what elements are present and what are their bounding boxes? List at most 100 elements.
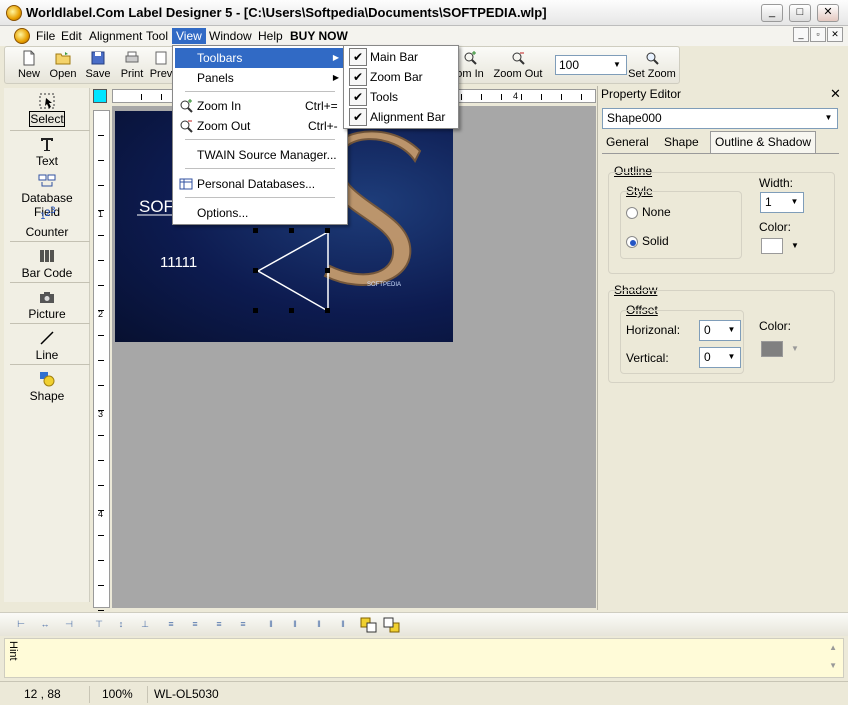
tool-shape[interactable]: Shape (7, 370, 87, 403)
vertical-offset-combo[interactable]: 0 ▼ (699, 347, 741, 368)
menu-window[interactable]: Window (205, 28, 256, 44)
chevron-down-icon: ▼ (613, 60, 621, 69)
new-button[interactable]: New (13, 49, 45, 83)
menu-item-options-label: Options... (197, 206, 249, 220)
property-editor-title: Property Editor (601, 87, 682, 101)
style-none-radio[interactable] (626, 207, 638, 219)
menu-item-options[interactable]: Options... (175, 203, 345, 223)
ruler-corner (93, 89, 107, 103)
space-horizontal-icon[interactable]: ≡ (164, 619, 178, 631)
outline-color-swatch[interactable] (761, 238, 783, 254)
align-center-icon[interactable]: ↔ (38, 619, 52, 631)
ruler-tick (98, 185, 104, 186)
submenu-item-main-bar-label: Main Bar (370, 50, 419, 64)
tool-select[interactable]: Select (7, 92, 87, 127)
ruler-tick (98, 610, 104, 611)
object-selector[interactable]: Shape000 ▼ (602, 108, 838, 129)
menu-alignment[interactable]: Alignment (85, 28, 146, 44)
submenu-item-zoom-bar[interactable]: ✔ Zoom Bar (346, 67, 456, 87)
menu-edit[interactable]: Edit (57, 28, 86, 44)
menu-item-personal-databases[interactable]: Personal Databases... (175, 174, 345, 194)
align-left-icon[interactable]: ⊢ (14, 619, 28, 631)
tool-picture[interactable]: Picture (7, 288, 87, 321)
ruler-tick (481, 94, 482, 100)
minimize-button[interactable]: _ (761, 4, 783, 22)
submenu-item-tools[interactable]: ✔ Tools (346, 87, 456, 107)
label-text-softpedia[interactable]: SOF (139, 197, 174, 217)
space-equal-icon[interactable]: ≡ (188, 619, 202, 631)
mdi-close-button[interactable]: ✕ (827, 27, 843, 42)
preview-button[interactable]: Prev (149, 49, 173, 83)
menu-item-zoom-out[interactable]: Zoom Out Ctrl+- (175, 116, 345, 136)
submenu-item-alignment-bar[interactable]: ✔ Alignment Bar (346, 107, 456, 127)
align-middle-icon[interactable]: ↕ (114, 619, 128, 631)
align-bottom-icon[interactable]: ⊥ (138, 619, 152, 631)
zoom-level-combo[interactable]: 100 ▼ (555, 55, 627, 75)
scroll-up-icon[interactable]: ▲ (829, 643, 837, 652)
tab-outline-shadow[interactable]: Outline & Shadow (710, 131, 817, 153)
save-button[interactable]: Save (83, 49, 113, 83)
menu-item-twain[interactable]: TWAIN Source Manager... (175, 145, 345, 165)
width-combo[interactable]: 1 ▼ (760, 192, 804, 213)
space-decrease-icon[interactable]: ≡ (236, 619, 250, 631)
chevron-down-icon[interactable]: ▼ (791, 241, 799, 250)
close-button[interactable]: ✕ (817, 4, 839, 22)
label-counter-text[interactable]: 11111 (160, 254, 197, 271)
submenu-item-main-bar[interactable]: ✔ Main Bar (346, 47, 456, 67)
ruler-tick (98, 335, 104, 336)
tab-shape[interactable]: Shape (660, 132, 703, 154)
horizontal-offset-combo[interactable]: 0 ▼ (699, 320, 741, 341)
menu-file[interactable]: File (32, 28, 59, 44)
space-vertical-decrease-icon[interactable]: ‖ (336, 619, 350, 631)
menu-item-panels[interactable]: Panels ▶ (175, 68, 345, 88)
ruler-tick (501, 94, 502, 100)
maximize-button[interactable]: □ (789, 4, 811, 22)
chevron-down-icon[interactable]: ▼ (791, 344, 799, 353)
set-zoom-button[interactable]: Set Zoom (627, 49, 677, 83)
menu-item-toolbars[interactable]: Toolbars ▶ (175, 48, 345, 68)
menu-view[interactable]: View (172, 28, 206, 44)
zoom-in-icon (180, 99, 193, 113)
zoom-in-shortcut: Ctrl+= (305, 99, 338, 113)
menu-item-zoom-in[interactable]: Zoom In Ctrl+= (175, 96, 345, 116)
tool-counter[interactable]: 123 Counter (7, 206, 87, 239)
tool-line-label: Line (35, 348, 59, 362)
space-vertical-icon[interactable]: ‖ (264, 619, 278, 631)
menu-help[interactable]: Help (254, 28, 287, 44)
status-bar: 12 , 88 100% WL-OL5030 (0, 681, 848, 705)
tool-bar-code[interactable]: Bar Code (7, 247, 87, 280)
menu-tool[interactable]: Tool (142, 28, 172, 44)
tab-general[interactable]: General (602, 132, 653, 154)
bring-front-icon[interactable] (360, 617, 378, 633)
check-icon: ✔ (349, 88, 367, 106)
scroll-down-icon[interactable]: ▼ (829, 661, 837, 670)
style-solid-radio[interactable] (626, 236, 638, 248)
space-increase-icon[interactable]: ≡ (212, 619, 226, 631)
toolbars-submenu: ✔ Main Bar ✔ Zoom Bar ✔ Tools ✔ Alignmen… (343, 45, 459, 129)
preview-icon (155, 51, 167, 65)
ruler-tick (98, 435, 104, 436)
save-disk-icon (91, 51, 105, 65)
space-vertical-equal-icon[interactable]: ‖ (288, 619, 302, 631)
tool-line[interactable]: Line (7, 329, 87, 362)
ruler-tick (521, 94, 522, 100)
align-top-icon[interactable]: ⊤ (92, 619, 106, 631)
ruler-tick (98, 385, 104, 386)
shadow-color-swatch[interactable] (761, 341, 783, 357)
tool-text[interactable]: Text (7, 135, 87, 168)
style-solid-label: Solid (642, 234, 669, 248)
mdi-restore-button[interactable]: ▫ (810, 27, 826, 42)
zoom-out-button[interactable]: Zoom Out (491, 49, 545, 83)
ruler-tick (98, 135, 104, 136)
space-vertical-increase-icon[interactable]: ‖ (312, 619, 326, 631)
ruler-tick (98, 360, 104, 361)
mdi-minimize-button[interactable]: _ (793, 27, 809, 42)
close-icon[interactable]: ✕ (830, 86, 841, 102)
print-button[interactable]: Print (117, 49, 147, 83)
send-back-icon[interactable] (383, 617, 401, 633)
open-button[interactable]: Open (47, 49, 79, 83)
ruler-tick (98, 535, 104, 536)
align-right-icon[interactable]: ⊣ (62, 619, 76, 631)
menu-buy-now[interactable]: BUY NOW (286, 28, 352, 44)
ruler-tick (98, 235, 104, 236)
